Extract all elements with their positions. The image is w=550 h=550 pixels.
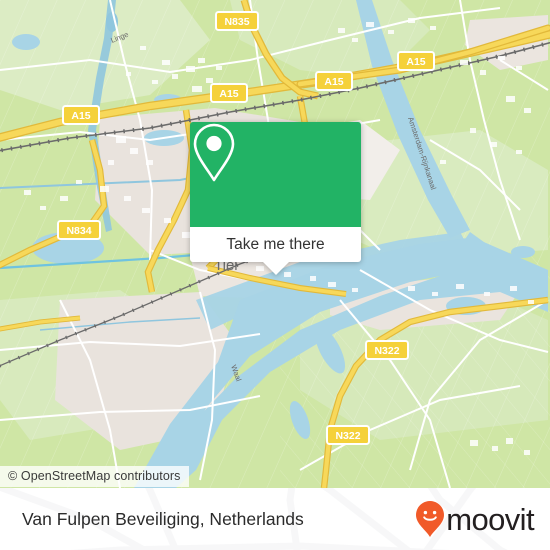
- road-shield-a15-4: A15: [62, 105, 100, 125]
- svg-text:N322: N322: [335, 430, 360, 442]
- map-screenshot: Linge Amsterdam-Rijnkanaal Waal Tiel N83…: [0, 0, 550, 550]
- svg-text:N834: N834: [66, 225, 91, 237]
- take-me-there-button[interactable]: Take me there: [190, 227, 361, 262]
- svg-text:A15: A15: [324, 76, 343, 88]
- road-shield-n322-2: N322: [326, 425, 370, 445]
- map-pin-icon: [193, 123, 235, 182]
- popup-icon-area: [190, 122, 361, 227]
- take-me-there-label: Take me there: [226, 235, 325, 253]
- road-shield-a15-3: A15: [210, 83, 248, 103]
- moovit-logo[interactable]: moovit: [415, 500, 535, 538]
- popup-pointer-tail: [262, 262, 289, 275]
- moovit-wordmark: moovit: [446, 501, 534, 537]
- page-title: Van Fulpen Beveiliging, Netherlands: [22, 508, 304, 529]
- svg-text:N322: N322: [374, 345, 399, 357]
- road-shield-n835: N835: [215, 11, 259, 31]
- map-canvas[interactable]: Linge Amsterdam-Rijnkanaal Waal Tiel N83…: [0, 0, 550, 488]
- road-shield-a15-2: A15: [315, 71, 353, 91]
- osm-attribution[interactable]: © OpenStreetMap contributors: [0, 466, 189, 487]
- svg-text:A15: A15: [219, 88, 238, 100]
- footer-bar: Van Fulpen Beveiliging, Netherlands moov…: [0, 488, 550, 550]
- svg-text:N835: N835: [224, 16, 249, 28]
- road-shield-n322-1: N322: [365, 340, 409, 360]
- road-shield-a15-1: A15: [397, 51, 435, 71]
- location-popup-card[interactable]: Take me there: [190, 122, 361, 275]
- moovit-smiley-pin-icon: [416, 501, 445, 537]
- road-shield-n834: N834: [57, 220, 101, 240]
- svg-text:A15: A15: [406, 56, 425, 68]
- svg-text:A15: A15: [71, 110, 90, 122]
